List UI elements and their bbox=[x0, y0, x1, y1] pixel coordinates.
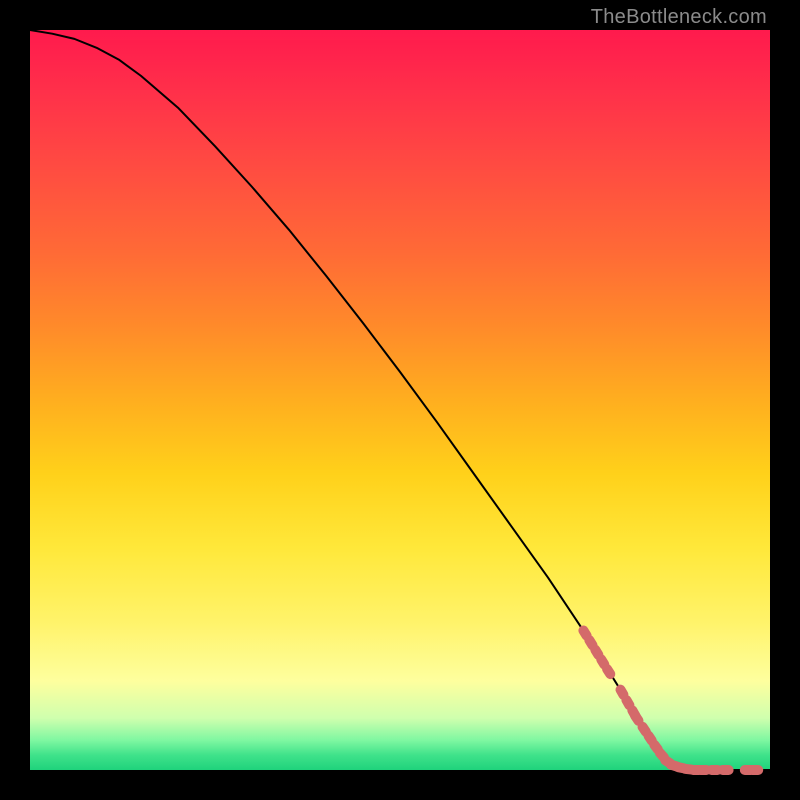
watermark-text: TheBottleneck.com bbox=[591, 6, 767, 29]
marker-point bbox=[747, 765, 763, 775]
chart-svg bbox=[30, 30, 770, 770]
chart-stage: TheBottleneck.com bbox=[0, 0, 800, 800]
curve-line bbox=[30, 30, 770, 770]
marker-group bbox=[577, 624, 764, 775]
marker-point bbox=[718, 765, 734, 775]
